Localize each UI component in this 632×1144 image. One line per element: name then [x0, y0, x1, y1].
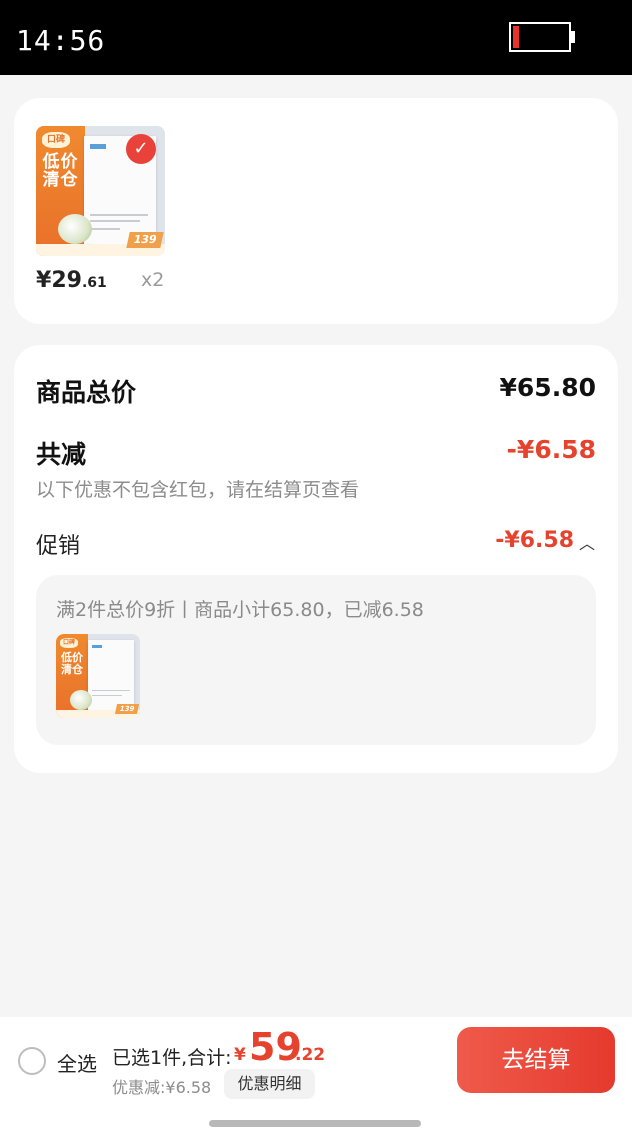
thumbnail-logo: 口碑: [42, 132, 70, 148]
discount-note: 以下优惠不包含红包，请在结算页查看: [36, 479, 360, 501]
battery-level: [513, 26, 519, 48]
promo-product-thumbnail[interactable]: 口碑 低价 清仓 139: [56, 634, 140, 718]
doc-line: [92, 690, 130, 691]
thumbnail-band-text: 低价 清仓: [56, 652, 88, 675]
total-yen: ¥: [234, 1045, 246, 1065]
doc-line: [90, 220, 140, 222]
thumbnail-band-line: 低价 清仓: [56, 652, 88, 675]
reduction-label: 共减: [36, 440, 87, 469]
thumbnail-document: [88, 640, 134, 710]
status-time: 14:56: [16, 24, 106, 57]
corner-price-tag: 139: [126, 232, 164, 248]
discount-detail-button[interactable]: 优惠明细: [224, 1069, 315, 1099]
reduction-value: -¥6.58: [506, 435, 596, 464]
checkout-button[interactable]: 去结算: [457, 1027, 615, 1093]
total-value: ¥65.80: [499, 373, 596, 402]
flower-icon: [70, 690, 92, 710]
doc-tag: [92, 645, 102, 648]
total-row: 商品总价 ¥65.80: [36, 373, 596, 409]
doc-line: [90, 228, 120, 230]
band-text-line: 清仓: [42, 169, 79, 190]
thumbnail-logo: 口碑: [60, 638, 78, 648]
thumbnail-band-text: 低价 清仓: [36, 153, 85, 190]
total-decimal: .22: [295, 1045, 326, 1065]
promo-description: 满2件总价9折丨商品小计65.80，已减6.58: [56, 599, 424, 621]
select-all-label[interactable]: 全选: [57, 1048, 97, 1077]
product-price: ¥29.61: [36, 268, 107, 293]
promo-value: -¥6.58: [495, 528, 574, 553]
thumbnail-band-line: 低价 清仓: [36, 153, 85, 190]
battery-icon: [509, 22, 571, 52]
doc-line: [92, 695, 122, 696]
reduction-row: 共减 -¥6.58: [36, 435, 596, 471]
status-bar: 14:56: [0, 0, 632, 75]
doc-tag: [90, 144, 106, 149]
selected-info: 已选1件,合计:: [112, 1047, 232, 1069]
battery-tip: [571, 31, 575, 43]
bottom-discount-note: 优惠减:¥6.58: [112, 1078, 212, 1097]
promo-detail-box: 满2件总价9折丨商品小计65.80，已减6.58 口碑 低价 清仓 139: [36, 575, 596, 745]
flower-icon: [58, 214, 92, 244]
doc-line: [90, 214, 148, 216]
price-decimal: .61: [81, 275, 107, 291]
summary-card: 商品总价 ¥65.80 共减 -¥6.58 以下优惠不包含红包，请在结算页查看 …: [14, 345, 618, 773]
chevron-up-icon[interactable]: ︿: [578, 530, 596, 554]
band-text-line: 低价: [60, 651, 83, 664]
product-card: 口碑 低价 清仓 ✓ 139 ¥29.61 x2: [14, 98, 618, 324]
total-label: 商品总价: [36, 378, 137, 407]
total-integer: 59: [249, 1025, 302, 1069]
note-row: 以下优惠不包含红包，请在结算页查看: [36, 475, 596, 502]
promo-row[interactable]: 促销 -¥6.58 ︿: [36, 528, 596, 559]
corner-price-tag: 139: [114, 704, 140, 714]
band-text-line: 清仓: [60, 662, 83, 676]
promo-label: 促销: [36, 534, 81, 559]
product-thumbnail[interactable]: 口碑 低价 清仓 ✓ 139: [36, 126, 165, 256]
check-icon: ✓: [126, 134, 156, 164]
select-all-radio[interactable]: [18, 1047, 46, 1075]
price-yen: ¥: [36, 268, 52, 293]
price-integer: 29: [51, 268, 82, 293]
product-quantity: x2: [141, 269, 165, 291]
home-indicator: [209, 1120, 421, 1127]
